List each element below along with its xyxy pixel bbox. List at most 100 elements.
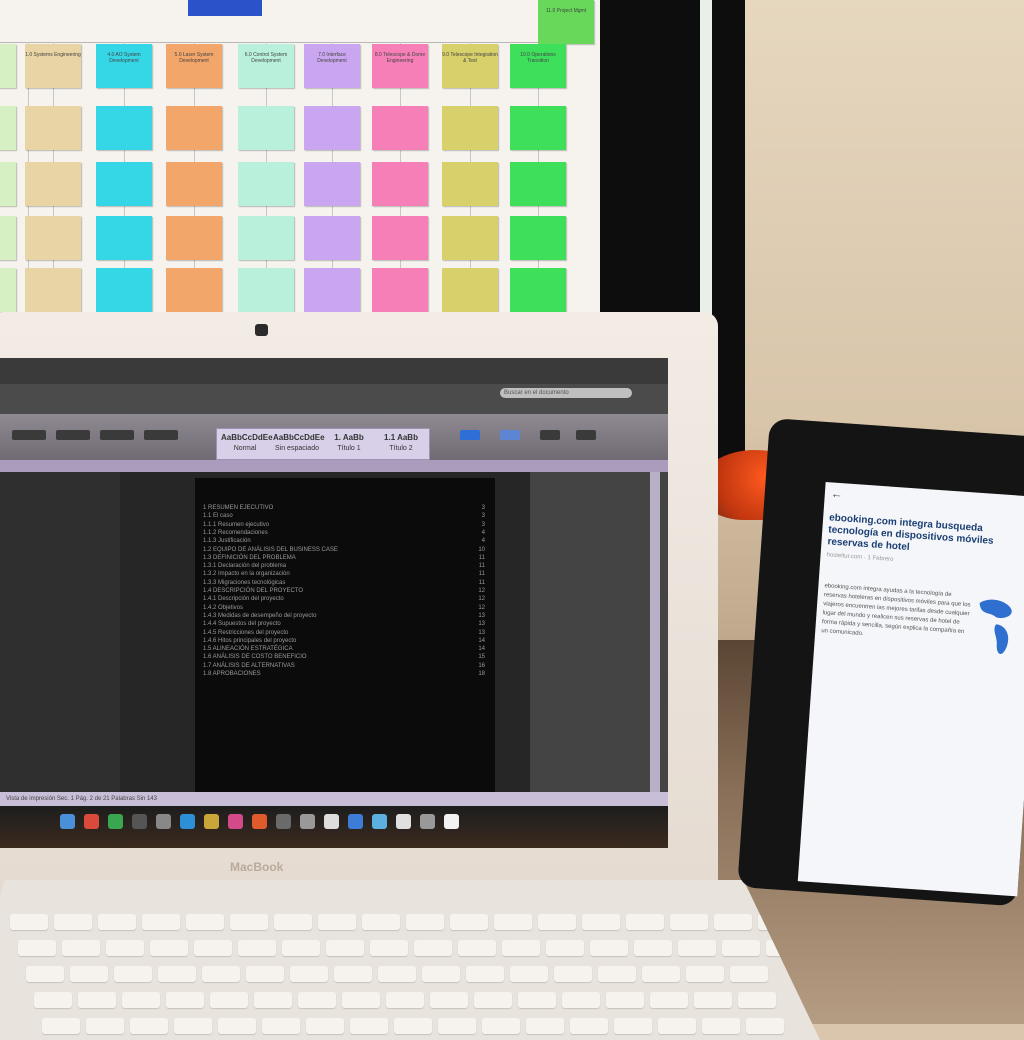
keyboard-key[interactable] bbox=[306, 1018, 344, 1034]
toc-entry[interactable]: 1.4.6 Hitos principales del proyecto 14 bbox=[203, 637, 493, 645]
keyboard-key[interactable] bbox=[122, 992, 160, 1008]
keyboard-key[interactable] bbox=[678, 940, 716, 956]
dock-app-icon[interactable] bbox=[204, 814, 219, 829]
keyboard-key[interactable] bbox=[386, 992, 424, 1008]
keyboard-key[interactable] bbox=[42, 1018, 80, 1034]
keyboard-key[interactable] bbox=[342, 992, 380, 1008]
themes-icon[interactable] bbox=[576, 430, 596, 440]
keyboard-key[interactable] bbox=[70, 966, 108, 982]
keyboard-key[interactable] bbox=[54, 914, 92, 930]
keyboard-key[interactable] bbox=[714, 914, 752, 930]
back-arrow-icon[interactable]: ← bbox=[830, 486, 843, 501]
style-tile[interactable]: AaBbCcDdEe Sin espaciado bbox=[273, 433, 325, 455]
keyboard-key[interactable] bbox=[350, 1018, 388, 1034]
ruler[interactable] bbox=[0, 460, 668, 472]
dock-app-icon[interactable] bbox=[60, 814, 75, 829]
keyboard-key[interactable] bbox=[218, 1018, 256, 1034]
dock-app-icon[interactable] bbox=[444, 814, 459, 829]
dock-app-icon[interactable] bbox=[396, 814, 411, 829]
keyboard-key[interactable] bbox=[274, 914, 312, 930]
keyboard-key[interactable] bbox=[106, 940, 144, 956]
toc-entry[interactable]: 1.4.2 Objetivos 12 bbox=[203, 604, 493, 612]
keyboard-key[interactable] bbox=[142, 914, 180, 930]
toc-entry[interactable]: 1.3.2 Impacto en la organización 11 bbox=[203, 570, 493, 578]
toc-entry[interactable]: 1.4.5 Restricciones del proyecto 13 bbox=[203, 629, 493, 637]
keyboard-key[interactable] bbox=[10, 914, 48, 930]
dock-app-icon[interactable] bbox=[300, 814, 315, 829]
keyboard-key[interactable] bbox=[290, 966, 328, 982]
toc-entry[interactable]: 1.1.2 Recomendaciones 4 bbox=[203, 529, 493, 537]
keyboard-key[interactable] bbox=[394, 1018, 432, 1034]
keyboard-key[interactable] bbox=[202, 966, 240, 982]
keyboard-key[interactable] bbox=[130, 1018, 168, 1034]
dock-app-icon[interactable] bbox=[372, 814, 387, 829]
dock-app-icon[interactable] bbox=[348, 814, 363, 829]
keyboard-key[interactable] bbox=[254, 992, 292, 1008]
keyboard-key[interactable] bbox=[26, 966, 64, 982]
keyboard-key[interactable] bbox=[62, 940, 100, 956]
ribbon-button[interactable] bbox=[12, 430, 46, 440]
keyboard-key[interactable] bbox=[526, 1018, 564, 1034]
keyboard-key[interactable] bbox=[98, 914, 136, 930]
dock-app-icon[interactable] bbox=[276, 814, 291, 829]
menu-bar[interactable] bbox=[0, 358, 668, 384]
keyboard-key[interactable] bbox=[210, 992, 248, 1008]
toc-entry[interactable]: 1 RESUMEN EJECUTIVO 3 bbox=[203, 504, 493, 512]
keyboard-key[interactable] bbox=[614, 1018, 652, 1034]
dock-app-icon[interactable] bbox=[108, 814, 123, 829]
keyboard-key[interactable] bbox=[694, 992, 732, 1008]
document-page[interactable]: 1 RESUMEN EJECUTIVO 3 1.1 El caso 3 1.1.1 Re… bbox=[195, 478, 495, 792]
keyboard-key[interactable] bbox=[546, 940, 584, 956]
vertical-scrollbar[interactable] bbox=[650, 472, 660, 792]
keyboard-key[interactable] bbox=[298, 992, 336, 1008]
toc-entry[interactable]: 1.4.1 Descripción del proyecto 12 bbox=[203, 595, 493, 603]
keyboard-key[interactable] bbox=[590, 940, 628, 956]
keyboard-key[interactable] bbox=[474, 992, 512, 1008]
keyboard-key[interactable] bbox=[686, 966, 724, 982]
toc-entry[interactable]: 1.8 APROBACIONES 18 bbox=[203, 670, 493, 678]
keyboard-key[interactable] bbox=[194, 940, 232, 956]
toc-entry[interactable]: 1.1.3 Justificación 4 bbox=[203, 537, 493, 545]
keyboard-key[interactable] bbox=[598, 966, 636, 982]
keyboard-key[interactable] bbox=[158, 966, 196, 982]
keyboard-key[interactable] bbox=[582, 914, 620, 930]
keyboard-key[interactable] bbox=[230, 914, 268, 930]
keyboard-key[interactable] bbox=[642, 966, 680, 982]
styles-icon[interactable] bbox=[500, 430, 520, 440]
keyboard-key[interactable] bbox=[554, 966, 592, 982]
keyboard-key[interactable] bbox=[422, 966, 460, 982]
keyboard-key[interactable] bbox=[458, 940, 496, 956]
keyboard-key[interactable] bbox=[570, 1018, 608, 1034]
keyboard-key[interactable] bbox=[362, 914, 400, 930]
dock-app-icon[interactable] bbox=[132, 814, 147, 829]
keyboard-key[interactable] bbox=[238, 940, 276, 956]
keyboard-key[interactable] bbox=[34, 992, 72, 1008]
keyboard-key[interactable] bbox=[450, 914, 488, 930]
keyboard-key[interactable] bbox=[282, 940, 320, 956]
toc-entry[interactable]: 1.6 ANÁLISIS DE COSTO BENEFICIO 15 bbox=[203, 653, 493, 661]
dock-app-icon[interactable] bbox=[180, 814, 195, 829]
keyboard-key[interactable] bbox=[186, 914, 224, 930]
keyboard-key[interactable] bbox=[166, 992, 204, 1008]
keyboard-key[interactable] bbox=[634, 940, 672, 956]
keyboard-key[interactable] bbox=[650, 992, 688, 1008]
toc-entry[interactable]: 1.5 ALINEACIÓN ESTRATÉGICA 14 bbox=[203, 645, 493, 653]
toc-entry[interactable]: 1.3.1 Declaración del problema 11 bbox=[203, 562, 493, 570]
ribbon-button[interactable] bbox=[100, 430, 134, 440]
keyboard-key[interactable] bbox=[86, 1018, 124, 1034]
dock-app-icon[interactable] bbox=[156, 814, 171, 829]
keyboard-key[interactable] bbox=[78, 992, 116, 1008]
style-tile[interactable]: 1.1 AaBb Título 2 bbox=[377, 433, 425, 455]
toc-entry[interactable]: 1.7 ANÁLISIS DE ALTERNATIVAS 16 bbox=[203, 662, 493, 670]
keyboard-key[interactable] bbox=[18, 940, 56, 956]
keyboard-key[interactable] bbox=[538, 914, 576, 930]
dock-app-icon[interactable] bbox=[324, 814, 339, 829]
toc-entry[interactable]: 1.3.3 Migraciones tecnológicas 11 bbox=[203, 579, 493, 587]
keyboard-key[interactable] bbox=[730, 966, 768, 982]
ribbon-button[interactable] bbox=[144, 430, 178, 440]
toc-entry[interactable]: 1.4.4 Supuestos del proyecto 13 bbox=[203, 620, 493, 628]
keyboard-key[interactable] bbox=[334, 966, 372, 982]
keyboard-key[interactable] bbox=[658, 1018, 696, 1034]
keyboard-key[interactable] bbox=[262, 1018, 300, 1034]
keyboard-key[interactable] bbox=[114, 966, 152, 982]
